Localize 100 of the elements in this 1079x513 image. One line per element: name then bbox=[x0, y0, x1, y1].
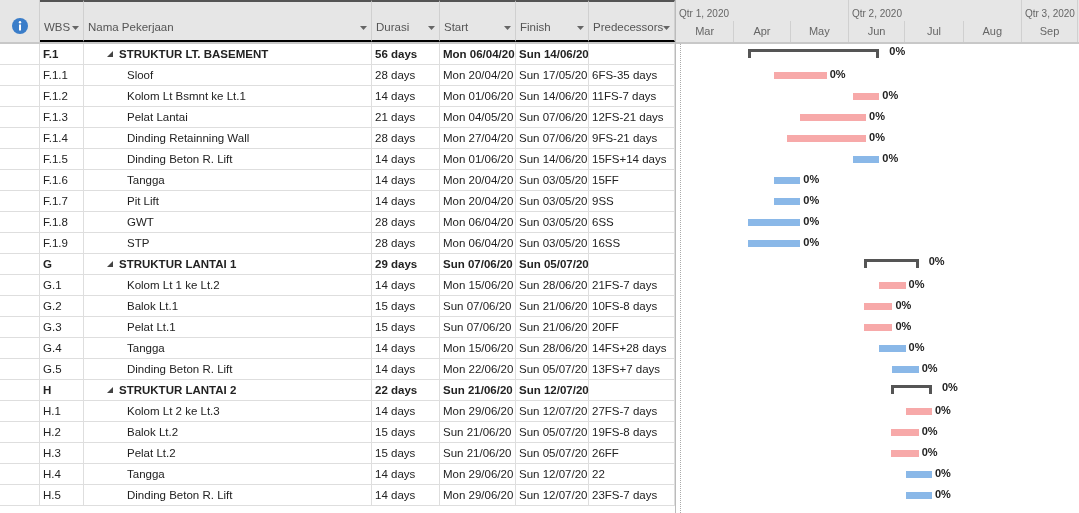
task-bar bbox=[879, 345, 906, 352]
collapse-triangle-icon[interactable] bbox=[107, 387, 113, 393]
column-header[interactable]: Nama Pekerjaan bbox=[84, 0, 372, 42]
wbs-code: G.1 bbox=[43, 279, 62, 291]
collapse-triangle-icon[interactable] bbox=[107, 261, 113, 267]
start-date: Mon 01/06/20 bbox=[443, 90, 514, 102]
task-name: Balok Lt.1 bbox=[127, 300, 179, 312]
start-date: Mon 04/05/20 bbox=[443, 111, 514, 123]
finish-date: Sun 14/06/20 bbox=[519, 48, 589, 60]
wbs-code: H.3 bbox=[43, 447, 61, 459]
start-date: Sun 21/06/20 bbox=[443, 447, 512, 459]
predecessors-value: 22 bbox=[592, 468, 605, 480]
task-name: Dinding Retainning Wall bbox=[127, 132, 250, 144]
predecessors-value: 20FF bbox=[592, 321, 619, 333]
wbs-code: F.1.6 bbox=[43, 174, 68, 186]
duration-value: 28 days bbox=[375, 69, 416, 81]
duration-value: 14 days bbox=[375, 174, 416, 186]
finish-date: Sun 12/07/20 bbox=[519, 489, 588, 501]
task-bar bbox=[892, 366, 919, 373]
predecessors-value: 10FS-8 days bbox=[592, 300, 658, 312]
duration-value: 28 days bbox=[375, 132, 416, 144]
column-header[interactable]: Start bbox=[440, 0, 516, 42]
wbs-code: H bbox=[43, 384, 52, 396]
duration-value: 14 days bbox=[375, 153, 416, 165]
column-header[interactable]: WBS bbox=[40, 0, 84, 42]
month-label: Jun bbox=[867, 25, 886, 37]
month-label: Sep bbox=[1039, 25, 1060, 37]
percent-complete-label: 0% bbox=[889, 45, 906, 57]
critical-task-bar bbox=[905, 408, 932, 415]
duration-value: 29 days bbox=[375, 258, 418, 270]
start-date: Mon 15/06/20 bbox=[443, 279, 514, 291]
predecessors-value: 21FS-7 days bbox=[592, 279, 658, 291]
duration-value: 14 days bbox=[375, 468, 416, 480]
wbs-code: F.1.8 bbox=[43, 216, 68, 228]
percent-complete-label: 0% bbox=[895, 320, 912, 332]
task-bar bbox=[852, 156, 880, 163]
start-date: Mon 29/06/20 bbox=[443, 489, 514, 501]
percent-complete-label: 0% bbox=[921, 362, 938, 374]
duration-value: 21 days bbox=[375, 111, 416, 123]
predecessors-value: 12FS-21 days bbox=[592, 111, 664, 123]
predecessors-value: 16SS bbox=[592, 237, 621, 249]
dropdown-caret-icon bbox=[360, 26, 367, 30]
critical-task-bar bbox=[852, 93, 880, 100]
task-name: Tangga bbox=[127, 342, 165, 354]
month-label: Jul bbox=[926, 25, 941, 37]
duration-value: 15 days bbox=[375, 321, 416, 333]
wbs-code: G.2 bbox=[43, 300, 62, 312]
predecessors-value: 11FS-7 days bbox=[592, 90, 657, 102]
duration-value: 14 days bbox=[375, 279, 416, 291]
finish-date: Sun 21/06/20 bbox=[519, 321, 588, 333]
duration-value: 56 days bbox=[375, 48, 418, 60]
percent-complete-label: 0% bbox=[908, 278, 925, 290]
finish-date: Sun 12/07/20 bbox=[519, 405, 588, 417]
quarter-label: Qtr 3, 2020 bbox=[1024, 8, 1075, 19]
percent-complete-label: 0% bbox=[803, 215, 820, 227]
info-icon bbox=[11, 18, 28, 34]
dropdown-caret-icon bbox=[577, 26, 584, 30]
finish-date: Sun 05/07/20 bbox=[519, 363, 588, 375]
dropdown-caret-icon bbox=[72, 26, 79, 30]
start-date: Sun 21/06/20 bbox=[443, 426, 512, 438]
column-header[interactable]: Durasi bbox=[372, 0, 440, 42]
dropdown-caret-icon bbox=[663, 26, 671, 30]
finish-date: Sun 12/07/20 bbox=[519, 468, 588, 480]
predecessors-value: 19FS-8 days bbox=[592, 426, 658, 438]
wbs-code: F.1.3 bbox=[43, 111, 68, 123]
task-name: STRUKTUR LANTAI 2 bbox=[119, 384, 237, 396]
task-name: Pelat Lt.2 bbox=[127, 447, 176, 459]
duration-value: 15 days bbox=[375, 426, 416, 438]
wbs-code: G bbox=[43, 258, 52, 270]
task-name: GWT bbox=[127, 216, 154, 228]
start-date: Mon 06/04/20 bbox=[443, 216, 514, 228]
percent-complete-label: 0% bbox=[921, 425, 938, 437]
task-name: Balok Lt.2 bbox=[127, 426, 179, 438]
task-name: Dinding Beton R. Lift bbox=[127, 363, 233, 375]
critical-task-bar bbox=[800, 114, 867, 121]
wbs-code: F.1 bbox=[43, 48, 59, 60]
critical-task-bar bbox=[890, 450, 919, 457]
start-date: Sun 07/06/20 bbox=[443, 321, 512, 333]
predecessors-value: 9SS bbox=[592, 195, 614, 207]
duration-value: 14 days bbox=[375, 405, 416, 417]
task-bar bbox=[747, 240, 801, 247]
wbs-code: H.1 bbox=[43, 405, 61, 417]
task-name: Dinding Beton R. Lift bbox=[127, 153, 233, 165]
predecessors-value: 6FS-35 days bbox=[592, 69, 658, 81]
start-date: Mon 20/04/20 bbox=[443, 69, 514, 81]
predecessors-value: 23FS-7 days bbox=[592, 489, 658, 501]
predecessors-value: 9FS-21 days bbox=[592, 132, 658, 144]
finish-date: Sun 05/07/20 bbox=[519, 258, 589, 270]
column-header[interactable]: Predecessors bbox=[589, 0, 675, 42]
predecessors-value: 15FF bbox=[592, 174, 619, 186]
task-name: Dinding Beton R. Lift bbox=[127, 489, 233, 501]
summary-bar bbox=[890, 385, 932, 394]
column-header[interactable]: Finish bbox=[516, 0, 589, 42]
duration-value: 28 days bbox=[375, 237, 416, 249]
task-name: Tangga bbox=[127, 468, 165, 480]
quarter-label: Qtr 1, 2020 bbox=[679, 8, 730, 19]
finish-date: Sun 03/05/20 bbox=[519, 195, 588, 207]
critical-task-bar bbox=[864, 303, 893, 310]
start-date: Mon 22/06/20 bbox=[443, 363, 514, 375]
collapse-triangle-icon[interactable] bbox=[107, 51, 113, 57]
